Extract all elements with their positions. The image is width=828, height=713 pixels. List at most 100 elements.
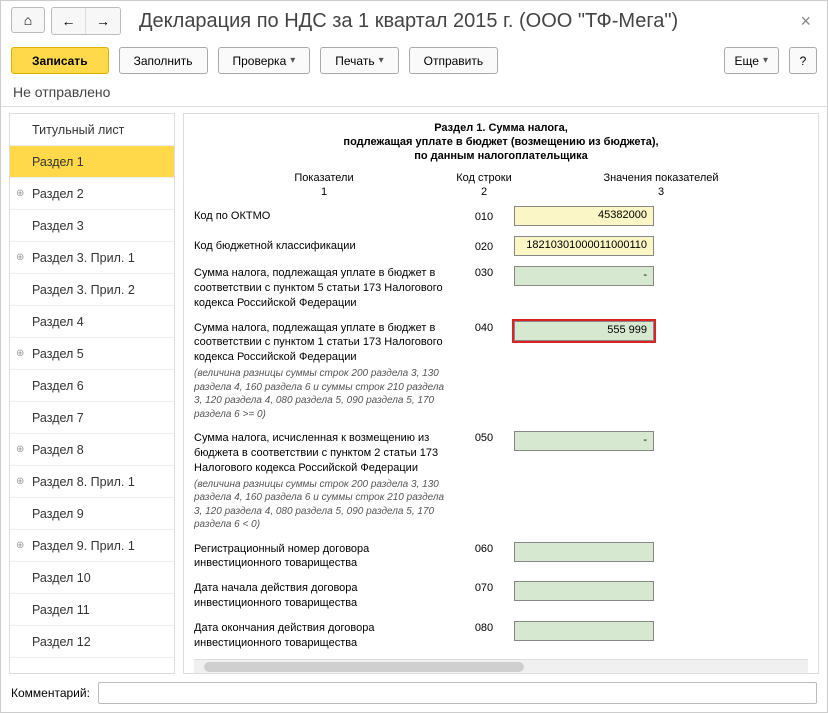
expand-icon: ⊕ (16, 252, 24, 263)
form-row-080: Дата окончания действия договора инвести… (194, 621, 808, 651)
sidebar-item-label: Раздел 2 (32, 187, 84, 201)
print-button[interactable]: Печать▾ (320, 47, 398, 74)
row-hint: (величина разницы суммы строк 200 раздел… (194, 367, 446, 421)
sidebar-item-label: Раздел 4 (32, 315, 84, 329)
column-numbers: 1 2 3 (194, 186, 808, 198)
row-code: 080 (454, 621, 514, 634)
row-label: Сумма налога, подлежащая уплате в бюджет… (194, 321, 454, 422)
sidebar-item-5[interactable]: Раздел 3. Прил. 2 (10, 274, 174, 306)
sidebar-item-0[interactable]: Титульный лист (10, 114, 174, 146)
close-button[interactable]: × (794, 11, 817, 32)
sidebar-item-4[interactable]: ⊕ Раздел 3. Прил. 1 (10, 242, 174, 274)
row-code: 010 (454, 210, 514, 223)
row-label: Дата начала действия договора инвестицио… (194, 581, 454, 611)
sidebar-item-label: Титульный лист (32, 123, 124, 137)
row-label: Код по ОКТМО (194, 209, 454, 224)
sidebar-item-label: Раздел 9. Прил. 1 (32, 539, 135, 553)
back-button[interactable]: ← (52, 8, 86, 34)
sidebar-item-15[interactable]: Раздел 11 (10, 594, 174, 626)
forward-button[interactable]: → (86, 8, 120, 34)
row-code: 040 (454, 321, 514, 334)
row-label: Код бюджетной классификации (194, 239, 454, 254)
scrollbar-thumb[interactable] (204, 662, 524, 672)
row-code: 050 (454, 431, 514, 444)
value-field-030[interactable]: - (514, 266, 654, 286)
column-headers: Показатели Код строки Значения показател… (194, 172, 808, 184)
value-field-080[interactable] (514, 621, 654, 641)
expand-icon: ⊕ (16, 188, 24, 199)
sidebar-item-13[interactable]: ⊕ Раздел 9. Прил. 1 (10, 530, 174, 562)
form-row-030: Сумма налога, подлежащая уплате в бюджет… (194, 266, 808, 311)
row-hint: (величина разницы суммы строк 200 раздел… (194, 478, 446, 532)
save-button[interactable]: Записать (11, 47, 109, 74)
row-label: Дата окончания действия договора инвести… (194, 621, 454, 651)
comment-label: Комментарий: (11, 686, 90, 700)
sidebar-item-2[interactable]: ⊕ Раздел 2 (10, 178, 174, 210)
check-button[interactable]: Проверка▾ (218, 47, 311, 74)
value-field-020[interactable]: 18210301000011000110 (514, 236, 654, 256)
expand-icon: ⊕ (16, 540, 24, 551)
row-label: Сумма налога, исчисленная к возмещению и… (194, 431, 454, 532)
value-field-010[interactable]: 45382000 (514, 206, 654, 226)
horizontal-scrollbar[interactable] (194, 659, 808, 673)
sidebar-item-label: Раздел 7 (32, 411, 84, 425)
help-button[interactable]: ? (789, 47, 817, 74)
sidebar-item-label: Раздел 8 (32, 443, 84, 457)
sidebar-item-3[interactable]: Раздел 3 (10, 210, 174, 242)
sidebar-item-label: Раздел 10 (32, 571, 91, 585)
row-label: Регистрационный номер договора инвестици… (194, 542, 454, 572)
expand-icon: ⊕ (16, 348, 24, 359)
sidebar-item-10[interactable]: ⊕ Раздел 8 (10, 434, 174, 466)
sidebar-item-8[interactable]: Раздел 6 (10, 370, 174, 402)
chevron-down-icon: ▾ (763, 55, 768, 66)
comment-input[interactable] (98, 682, 817, 704)
sidebar-item-label: Раздел 6 (32, 379, 84, 393)
form-row-060: Регистрационный номер договора инвестици… (194, 542, 808, 572)
form-row-010: Код по ОКТМО01045382000 (194, 206, 808, 226)
page-title: Декларация по НДС за 1 квартал 2015 г. (… (139, 10, 794, 33)
sidebar-item-label: Раздел 3. Прил. 2 (32, 283, 135, 297)
row-code: 060 (454, 542, 514, 555)
sidebar-item-label: Раздел 12 (32, 635, 91, 649)
row-code: 020 (454, 240, 514, 253)
form-row-040: Сумма налога, подлежащая уплате в бюджет… (194, 321, 808, 422)
sidebar: Титульный лист Раздел 1 ⊕ Раздел 2 Раздел 3 ⊕… (9, 113, 175, 674)
send-button[interactable]: Отправить (409, 47, 499, 74)
sidebar-item-16[interactable]: Раздел 12 (10, 626, 174, 658)
more-button[interactable]: Еще▾ (724, 47, 779, 74)
row-label: Сумма налога, подлежащая уплате в бюджет… (194, 266, 454, 311)
home-button[interactable]: ⌂ (11, 7, 45, 33)
form-row-050: Сумма налога, исчисленная к возмещению и… (194, 431, 808, 532)
sidebar-item-label: Раздел 3. Прил. 1 (32, 251, 135, 265)
sidebar-item-1[interactable]: Раздел 1 (10, 146, 174, 178)
sidebar-item-label: Раздел 11 (32, 603, 90, 617)
value-field-070[interactable] (514, 581, 654, 601)
close-icon: × (800, 11, 811, 31)
arrow-right-icon: → (96, 13, 110, 29)
content-panel: Раздел 1. Сумма налога, подлежащая уплат… (183, 113, 819, 674)
chevron-down-icon: ▾ (379, 55, 384, 66)
row-code: 070 (454, 581, 514, 594)
form-row-020: Код бюджетной классификации0201821030100… (194, 236, 808, 256)
sidebar-item-label: Раздел 8. Прил. 1 (32, 475, 135, 489)
section-title-2: подлежащая уплате в бюджет (возмещению и… (194, 136, 808, 148)
expand-icon: ⊕ (16, 444, 24, 455)
sidebar-item-12[interactable]: Раздел 9 (10, 498, 174, 530)
sidebar-item-14[interactable]: Раздел 10 (10, 562, 174, 594)
value-field-040[interactable]: 555 999 (514, 321, 654, 341)
sidebar-item-11[interactable]: ⊕ Раздел 8. Прил. 1 (10, 466, 174, 498)
sidebar-item-label: Раздел 3 (32, 219, 84, 233)
fill-button[interactable]: Заполнить (119, 47, 208, 74)
expand-icon: ⊕ (16, 476, 24, 487)
sidebar-item-label: Раздел 5 (32, 347, 84, 361)
sidebar-item-label: Раздел 1 (32, 155, 84, 169)
form-row-070: Дата начала действия договора инвестицио… (194, 581, 808, 611)
chevron-down-icon: ▾ (290, 55, 295, 66)
status-text: Не отправлено (1, 80, 827, 106)
sidebar-item-9[interactable]: Раздел 7 (10, 402, 174, 434)
value-field-060[interactable] (514, 542, 654, 562)
sidebar-item-6[interactable]: Раздел 4 (10, 306, 174, 338)
section-title-1: Раздел 1. Сумма налога, (194, 122, 808, 134)
value-field-050[interactable]: - (514, 431, 654, 451)
sidebar-item-7[interactable]: ⊕ Раздел 5 (10, 338, 174, 370)
